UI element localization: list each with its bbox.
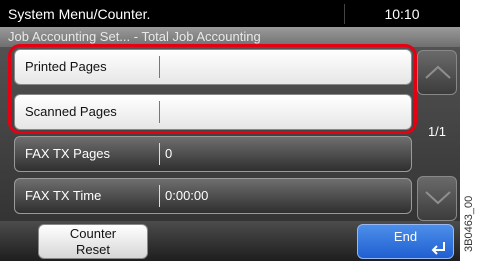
page-indicator: 1/1: [427, 124, 447, 139]
row-label: FAX TX Pages: [25, 146, 111, 161]
end-button[interactable]: End: [357, 224, 454, 259]
chevron-down-icon: [425, 191, 451, 205]
chevron-up-icon: [425, 65, 451, 79]
row-fax-tx-pages[interactable]: FAX TX Pages 0: [14, 136, 412, 172]
scroll-up-button[interactable]: [417, 50, 457, 95]
window-title: System Menu/Counter.: [4, 2, 346, 26]
figure-code: 3B0463_00: [463, 195, 475, 252]
title-bar: System Menu/Counter. 10:10: [0, 0, 460, 27]
row-fax-tx-time[interactable]: FAX TX Time 0:00:00: [14, 178, 412, 214]
counter-reset-line2: Reset: [76, 242, 110, 257]
screen: System Menu/Counter. 10:10 Job Accountin…: [0, 0, 460, 261]
clock: 10:10: [384, 6, 420, 22]
row-value: 0:00:00: [165, 188, 209, 203]
counter-reset-line1: Counter: [69, 226, 117, 241]
scroll-down-button[interactable]: [417, 176, 457, 221]
row-value: 0: [165, 146, 173, 161]
row-divider: [159, 143, 160, 165]
row-divider: [159, 185, 160, 207]
enter-icon: [431, 242, 445, 255]
title-divider: [344, 4, 345, 24]
counter-reset-button[interactable]: Counter Reset: [38, 224, 148, 259]
highlight-frame: [8, 44, 417, 134]
row-label: FAX TX Time: [25, 188, 102, 203]
